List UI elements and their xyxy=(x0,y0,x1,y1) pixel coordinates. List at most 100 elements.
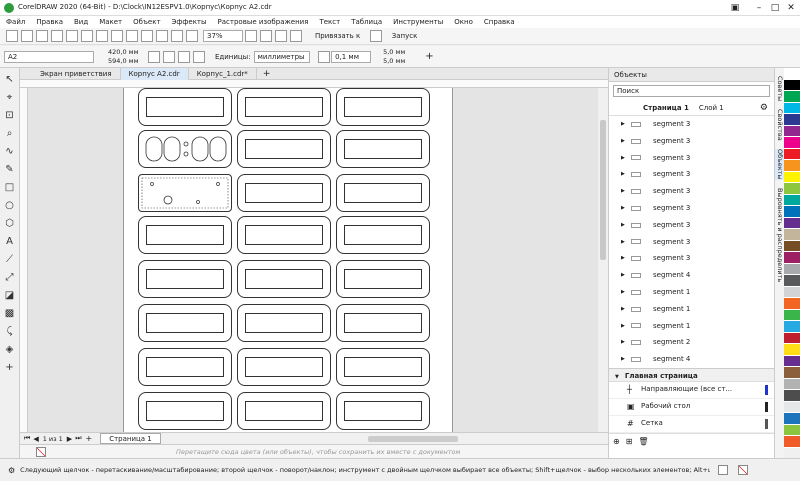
new-layer-icon[interactable]: ⊕ xyxy=(613,437,620,446)
list-item[interactable]: ▶ segment 4 xyxy=(609,351,774,368)
menu-object[interactable]: Объект xyxy=(133,18,160,26)
expand-icon[interactable]: ▶ xyxy=(621,284,631,301)
list-item[interactable]: ▶ segment 2 xyxy=(609,334,774,351)
expand-icon[interactable]: ▶ xyxy=(621,217,631,234)
add-page-icon[interactable]: + xyxy=(86,434,93,443)
tab-welcome[interactable]: Экран приветствия xyxy=(32,67,121,80)
page-size-select[interactable]: A2 xyxy=(4,50,94,63)
menu-edit[interactable]: Правка xyxy=(36,18,63,26)
color-swatch[interactable] xyxy=(784,217,800,229)
guides-icon[interactable] xyxy=(289,30,302,42)
color-swatch[interactable] xyxy=(784,79,800,91)
connector-tool-icon[interactable]: ⟋ xyxy=(4,254,16,266)
color-swatch[interactable] xyxy=(784,286,800,298)
menu-effects[interactable]: Эффекты xyxy=(172,18,207,26)
panel-shape[interactable] xyxy=(336,260,430,298)
page-tab[interactable]: Страница 1 xyxy=(100,433,161,444)
open-icon[interactable] xyxy=(20,30,33,42)
expand-icon[interactable]: ▶ xyxy=(621,334,631,351)
layer-name[interactable]: Слой 1 xyxy=(699,100,724,116)
grid-icon[interactable] xyxy=(274,30,287,42)
expand-icon[interactable]: ▶ xyxy=(621,150,631,167)
menu-help[interactable]: Справка xyxy=(484,18,515,26)
list-item[interactable]: ▶ segment 3 xyxy=(609,217,774,234)
master-layer-icon[interactable]: ⊞ xyxy=(626,437,633,446)
expand-icon[interactable]: ▶ xyxy=(621,267,631,284)
panel-shape[interactable] xyxy=(336,304,430,342)
gear-icon[interactable]: ⚙ xyxy=(760,100,768,116)
account-icon[interactable]: ▣ xyxy=(724,0,746,16)
color-swatch[interactable] xyxy=(784,378,800,390)
list-item[interactable]: ▶ segment 3 xyxy=(609,150,774,167)
rectangle-tool-icon[interactable]: □ xyxy=(4,182,16,194)
menu-table[interactable]: Таблица xyxy=(351,18,382,26)
outline-indicator[interactable] xyxy=(738,465,749,475)
expand-icon[interactable]: ▶ xyxy=(621,301,631,318)
list-item[interactable]: ▶ segment 3 xyxy=(609,166,774,183)
add-icon[interactable]: + xyxy=(425,51,433,62)
horizontal-scrollbar[interactable] xyxy=(368,435,458,442)
nudge-distance[interactable]: 0,1 мм xyxy=(331,50,372,63)
list-item[interactable]: ▶ segment 3 xyxy=(609,183,774,200)
color-swatch[interactable] xyxy=(784,344,800,356)
text-tool-icon[interactable]: A xyxy=(4,236,16,248)
eyedropper-tool-icon[interactable]: ⤹ xyxy=(4,326,16,338)
tab-properties[interactable]: Свойства xyxy=(775,109,784,141)
expand-icon[interactable]: ▶ xyxy=(621,166,631,183)
next-page-icon[interactable]: ▶ xyxy=(67,435,72,443)
panel-shape[interactable] xyxy=(138,304,232,342)
panel-shape[interactable] xyxy=(237,304,331,342)
color-swatch[interactable] xyxy=(784,114,800,126)
duplicate-y[interactable]: 5,0 мм xyxy=(383,57,405,66)
list-item[interactable]: ▶ segment 4 xyxy=(609,267,774,284)
crop-tool-icon[interactable]: ⊡ xyxy=(4,110,16,122)
color-swatch[interactable] xyxy=(784,125,800,137)
menu-text[interactable]: Текст xyxy=(319,18,340,26)
current-page-icon[interactable] xyxy=(193,50,206,63)
drawing-canvas[interactable] xyxy=(28,88,598,432)
tab-korpus-a2[interactable]: Корпус A2.cdr xyxy=(120,67,189,80)
panel-shape[interactable] xyxy=(237,130,331,168)
color-swatch[interactable] xyxy=(784,424,800,436)
color-swatch[interactable] xyxy=(784,436,800,448)
color-swatch[interactable] xyxy=(784,206,800,218)
zoom-tool-icon[interactable]: ⌕ xyxy=(4,128,16,140)
color-swatch[interactable] xyxy=(784,298,800,310)
scrollbar-thumb[interactable] xyxy=(600,120,606,260)
last-page-icon[interactable]: ⏭ xyxy=(75,434,81,443)
page-width[interactable]: 420,0 мм xyxy=(108,48,138,57)
launch-button[interactable]: Запуск xyxy=(392,32,418,40)
panel-shape[interactable] xyxy=(138,88,232,126)
panel-shape[interactable] xyxy=(237,260,331,298)
color-swatch[interactable] xyxy=(784,332,800,344)
front-panel-shape[interactable] xyxy=(138,130,232,168)
list-item[interactable]: ▶ segment 3 xyxy=(609,234,774,251)
portrait-icon[interactable] xyxy=(148,50,161,63)
list-item[interactable]: ▣ Рабочий стол xyxy=(609,399,774,416)
duplicate-x[interactable]: 5,0 мм xyxy=(383,48,405,57)
no-color-swatch[interactable] xyxy=(36,446,46,457)
panel-shape[interactable] xyxy=(138,216,232,254)
search-input[interactable]: Поиск xyxy=(613,85,770,97)
color-swatch[interactable] xyxy=(784,252,800,264)
new-tab-icon[interactable]: + xyxy=(263,69,271,79)
color-swatch[interactable] xyxy=(784,183,800,195)
tab-align-distribute[interactable]: Выровнять и распределить xyxy=(775,188,784,282)
all-pages-icon[interactable] xyxy=(178,50,191,63)
page-name[interactable]: Страница 1 xyxy=(643,100,689,116)
expand-icon[interactable]: ▶ xyxy=(621,133,631,150)
new-icon[interactable] xyxy=(5,30,18,42)
menu-file[interactable]: Файл xyxy=(6,18,25,26)
add-tool-icon[interactable]: + xyxy=(4,362,16,374)
panel-shape[interactable] xyxy=(138,260,232,298)
color-swatch[interactable] xyxy=(784,263,800,275)
expand-icon[interactable]: ▶ xyxy=(621,116,631,133)
undo-icon[interactable] xyxy=(110,30,123,42)
fill-indicator[interactable] xyxy=(718,465,729,475)
panel-shape[interactable] xyxy=(138,392,232,430)
color-swatch[interactable] xyxy=(784,68,800,80)
list-item[interactable]: ▶ segment 3 xyxy=(609,116,774,133)
list-item[interactable]: ▶ segment 3 xyxy=(609,133,774,150)
pick-tool-icon[interactable]: ↖ xyxy=(4,74,16,86)
fullscreen-icon[interactable] xyxy=(244,30,257,42)
